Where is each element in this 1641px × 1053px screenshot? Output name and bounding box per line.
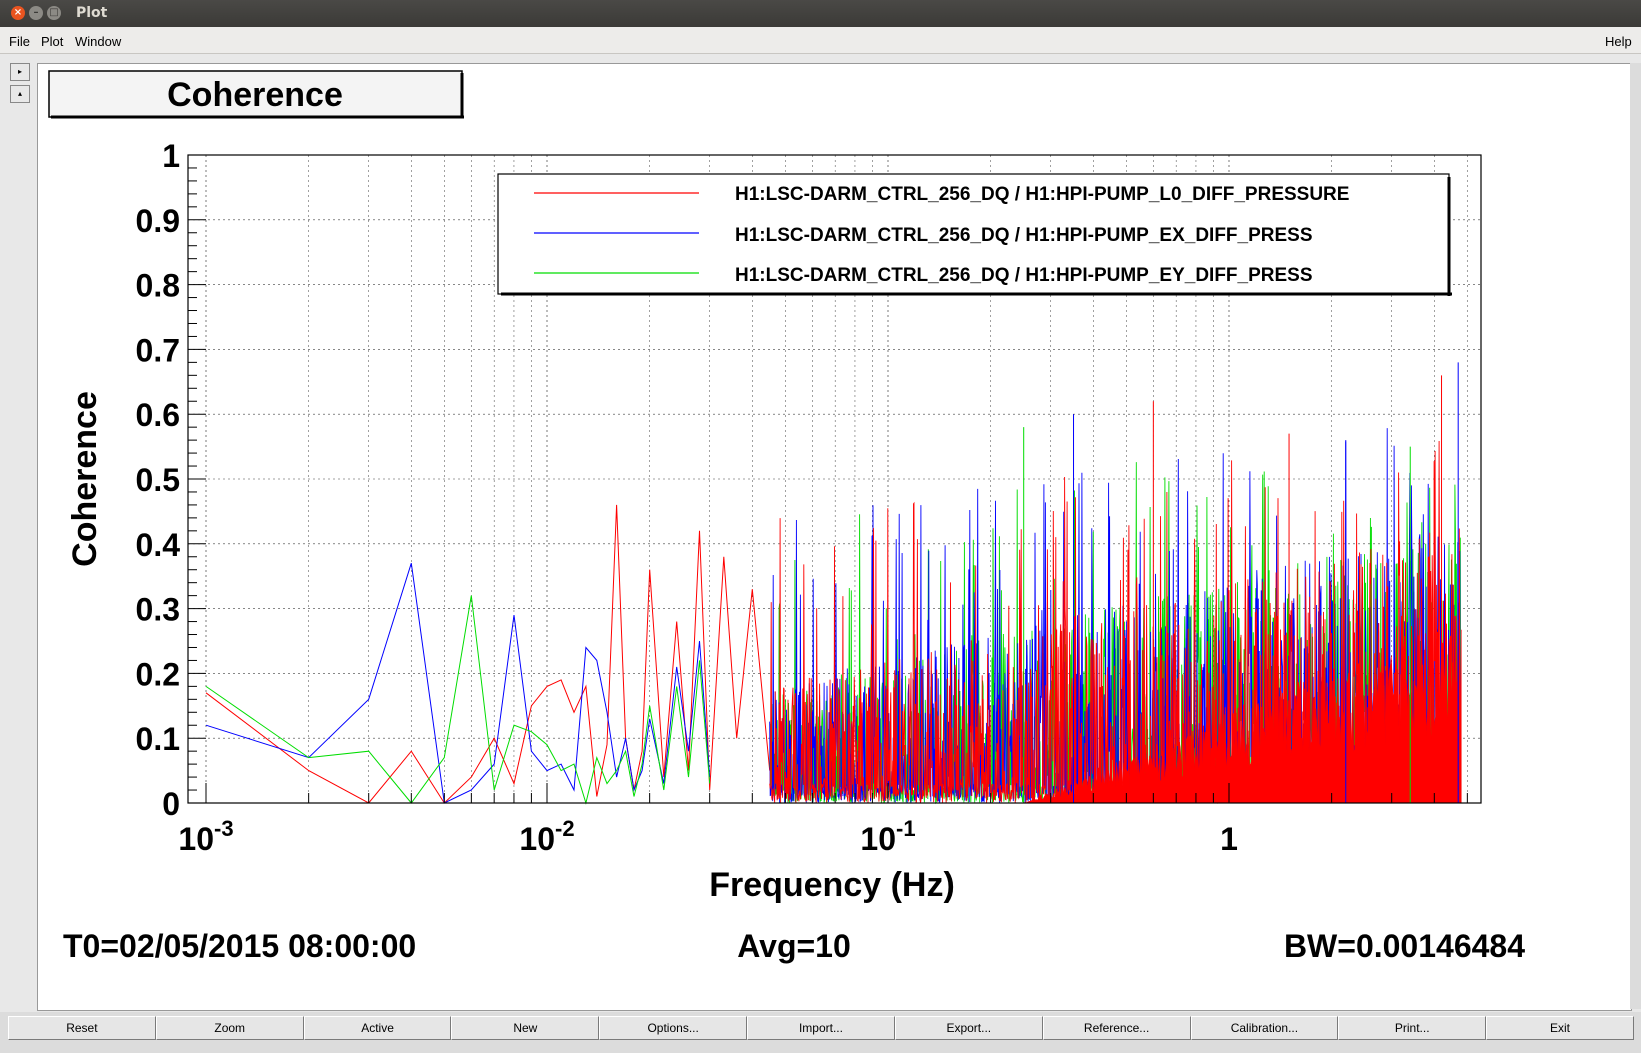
y-tick-label: 0.2 (136, 656, 180, 692)
button-zoom[interactable]: Zoom (155, 1016, 304, 1040)
button-calibration[interactable]: Calibration... (1190, 1016, 1339, 1040)
y-tick-label: 0.6 (136, 397, 180, 433)
button-import[interactable]: Import... (747, 1016, 895, 1040)
expand-arrow-icon[interactable]: ▸ (10, 63, 30, 81)
x-tick-label: 10-1 (860, 816, 915, 857)
x-tick-label: 10-2 (519, 816, 574, 857)
chart-title-label: Coherence (167, 76, 343, 114)
y-tick-label: 0.4 (136, 527, 181, 563)
button-exit[interactable]: Exit (1486, 1016, 1634, 1040)
x-tick-exponent: -1 (896, 816, 916, 841)
vertical-scrollbar[interactable] (1630, 63, 1641, 1009)
button-options[interactable]: Options... (599, 1016, 748, 1040)
side-panel: ▸ ▴ (10, 63, 30, 107)
y-tick-label: 0.5 (136, 462, 180, 498)
x-tick-base: 10 (519, 821, 555, 857)
close-window-icon[interactable]: × (11, 6, 25, 20)
legend: H1:LSC-DARM_CTRL_256_DQ / H1:HPI-PUMP_L0… (497, 173, 1452, 296)
plot-canvas[interactable]: Coherence 0 0.1 0.2 0.3 0.4 0.5 0.6 0.7 0.8 0.9 1 1… (37, 63, 1632, 1011)
button-reset[interactable]: Reset (8, 1016, 156, 1040)
x-tick-exponent: -2 (555, 816, 575, 841)
window-title: Plot (76, 5, 108, 21)
y-tick-label: 1 (162, 138, 180, 174)
button-active[interactable]: Active (303, 1016, 452, 1040)
x-tick-base: 10 (178, 821, 214, 857)
legend-entry-ey: H1:LSC-DARM_CTRL_256_DQ / H1:HPI-PUMP_EY… (735, 265, 1313, 286)
series-line-1 (205, 563, 711, 804)
x-tick-base: 10 (860, 821, 896, 857)
series-line-0 (205, 504, 771, 804)
footer-bw: BW=0.00146484 (1284, 928, 1525, 964)
y-tick-label: 0.3 (136, 592, 180, 628)
button-print[interactable]: Print... (1338, 1016, 1487, 1040)
x-tick-base: 1 (1220, 821, 1238, 857)
maximize-window-icon[interactable]: □ (47, 6, 61, 20)
window-titlebar: × – □ Plot (0, 0, 1641, 27)
y-tick-label: 0.1 (136, 721, 180, 757)
y-axis-label: Coherence (66, 391, 104, 567)
menu-window[interactable]: Window (75, 34, 121, 49)
coherence-chart[interactable]: Coherence 0 0.1 0.2 0.3 0.4 0.5 0.6 0.7 0.8 0.9 1 1… (38, 64, 1631, 1010)
collapse-arrow-icon[interactable]: ▴ (10, 85, 30, 103)
series-line-2 (205, 595, 711, 805)
x-axis-label: Frequency (Hz) (709, 866, 955, 904)
x-tick-label: 10-3 (178, 816, 233, 857)
footer-avg: Avg=10 (737, 928, 851, 964)
button-reference[interactable]: Reference... (1042, 1016, 1191, 1040)
y-tick-label: 0.8 (136, 268, 180, 304)
minimize-window-icon[interactable]: – (29, 6, 43, 20)
series-layer (205, 362, 1462, 805)
x-tick-label: 1 (1220, 821, 1238, 857)
menu-file[interactable]: File (9, 34, 30, 49)
y-tick-label: 0.7 (136, 332, 180, 368)
legend-entry-l0: H1:LSC-DARM_CTRL_256_DQ / H1:HPI-PUMP_L0… (735, 184, 1349, 205)
x-tick-exponent: -3 (214, 816, 234, 841)
legend-entry-ex: H1:LSC-DARM_CTRL_256_DQ / H1:HPI-PUMP_EX… (735, 225, 1313, 246)
menu-help[interactable]: Help (1605, 34, 1632, 49)
y-tick-label: 0 (162, 786, 180, 822)
menubar: File Plot Window Help (0, 27, 1641, 54)
y-tick-label: 0.9 (136, 203, 180, 239)
button-new[interactable]: New (451, 1016, 600, 1040)
button-bar: Reset Zoom Active New Options... Import... Exp… (0, 1012, 1641, 1053)
menu-plot[interactable]: Plot (41, 34, 63, 49)
footer-t0: T0=02/05/2015 08:00:00 (63, 928, 416, 964)
button-row: Reset Zoom Active New Options... Import... Exp… (8, 1016, 1634, 1040)
button-export[interactable]: Export... (894, 1016, 1043, 1040)
